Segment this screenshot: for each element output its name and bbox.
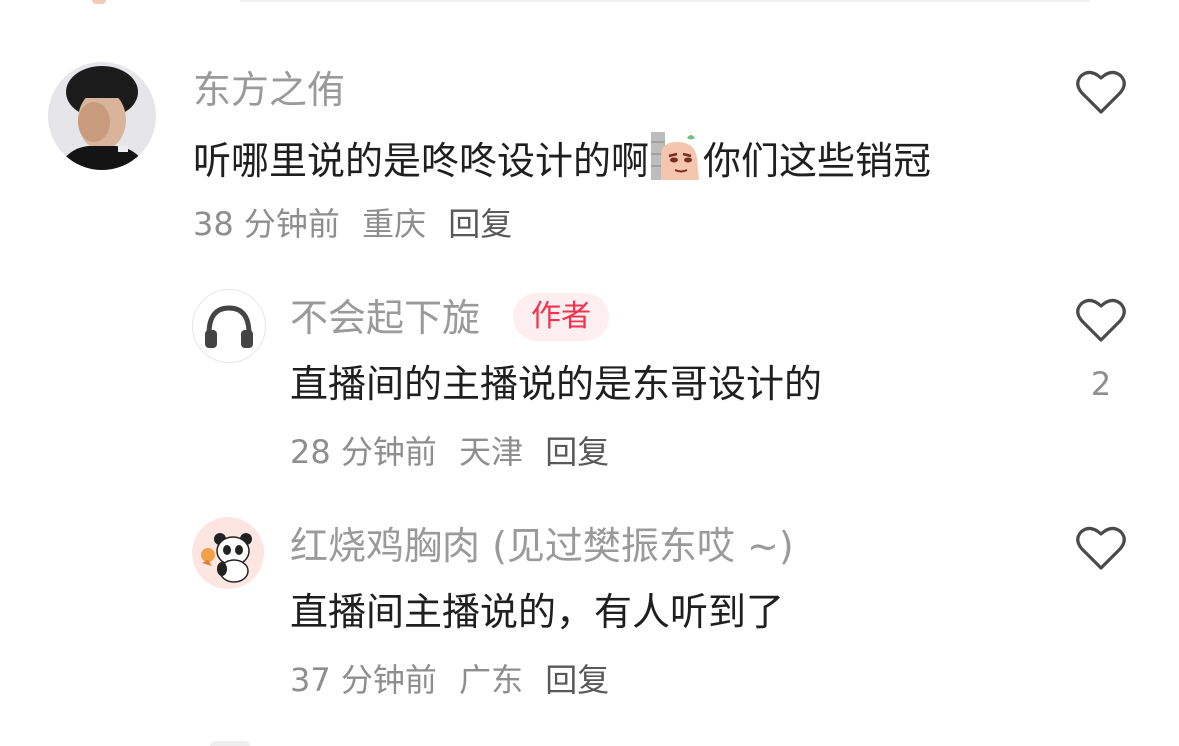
peeking-potato-emoji-icon — [649, 132, 703, 180]
location: 广东 — [459, 661, 524, 699]
username[interactable]: 东方之侑 — [193, 68, 345, 112]
headphones-icon — [205, 305, 253, 348]
author-badge: 作者 — [513, 293, 609, 341]
avatar[interactable] — [192, 289, 266, 363]
reply-button[interactable]: 回复 — [448, 205, 512, 243]
reply-button[interactable]: 回复 — [545, 433, 609, 471]
location: 天津 — [459, 433, 524, 471]
username[interactable]: 不会起下旋 — [290, 296, 480, 340]
comment-meta: 37 分钟前 广东 回复 — [290, 660, 621, 700]
username[interactable]: 红烧鸡胸肉 (见过樊振东哎 ~) — [290, 524, 794, 568]
comment-text: 听哪里说的是咚咚设计的啊 你们这些销冠 — [193, 132, 931, 184]
avatar[interactable] — [48, 62, 156, 170]
comment-text-before: 听哪里说的是咚咚设计的啊 — [193, 139, 650, 183]
heart-outline-icon — [1076, 70, 1126, 114]
reply-button[interactable]: 回复 — [545, 661, 609, 699]
comment-text: 直播间主播说的，有人听到了 — [290, 590, 785, 634]
avatar[interactable] — [192, 517, 264, 589]
comment-text: 直播间的主播说的是东哥设计的 — [290, 362, 823, 406]
previous-item-edge — [92, 0, 106, 4]
comment-meta: 38 分钟前 重庆 回复 — [193, 204, 524, 244]
top-divider — [240, 0, 1090, 2]
like-button[interactable] — [1075, 296, 1127, 344]
timestamp: 28 分钟前 — [290, 433, 437, 471]
timestamp: 37 分钟前 — [290, 661, 437, 699]
timestamp: 38 分钟前 — [193, 205, 340, 243]
next-item-edge — [210, 741, 250, 746]
heart-outline-icon — [1076, 298, 1126, 342]
comment-meta: 28 分钟前 天津 回复 — [290, 432, 621, 472]
comment-text-after: 你们这些销冠 — [703, 139, 932, 183]
heart-outline-icon — [1076, 526, 1126, 570]
like-count: 2 — [1090, 365, 1112, 403]
like-button[interactable] — [1075, 68, 1127, 116]
like-button[interactable] — [1075, 524, 1127, 572]
panda-icon — [192, 517, 264, 589]
location: 重庆 — [362, 205, 427, 243]
